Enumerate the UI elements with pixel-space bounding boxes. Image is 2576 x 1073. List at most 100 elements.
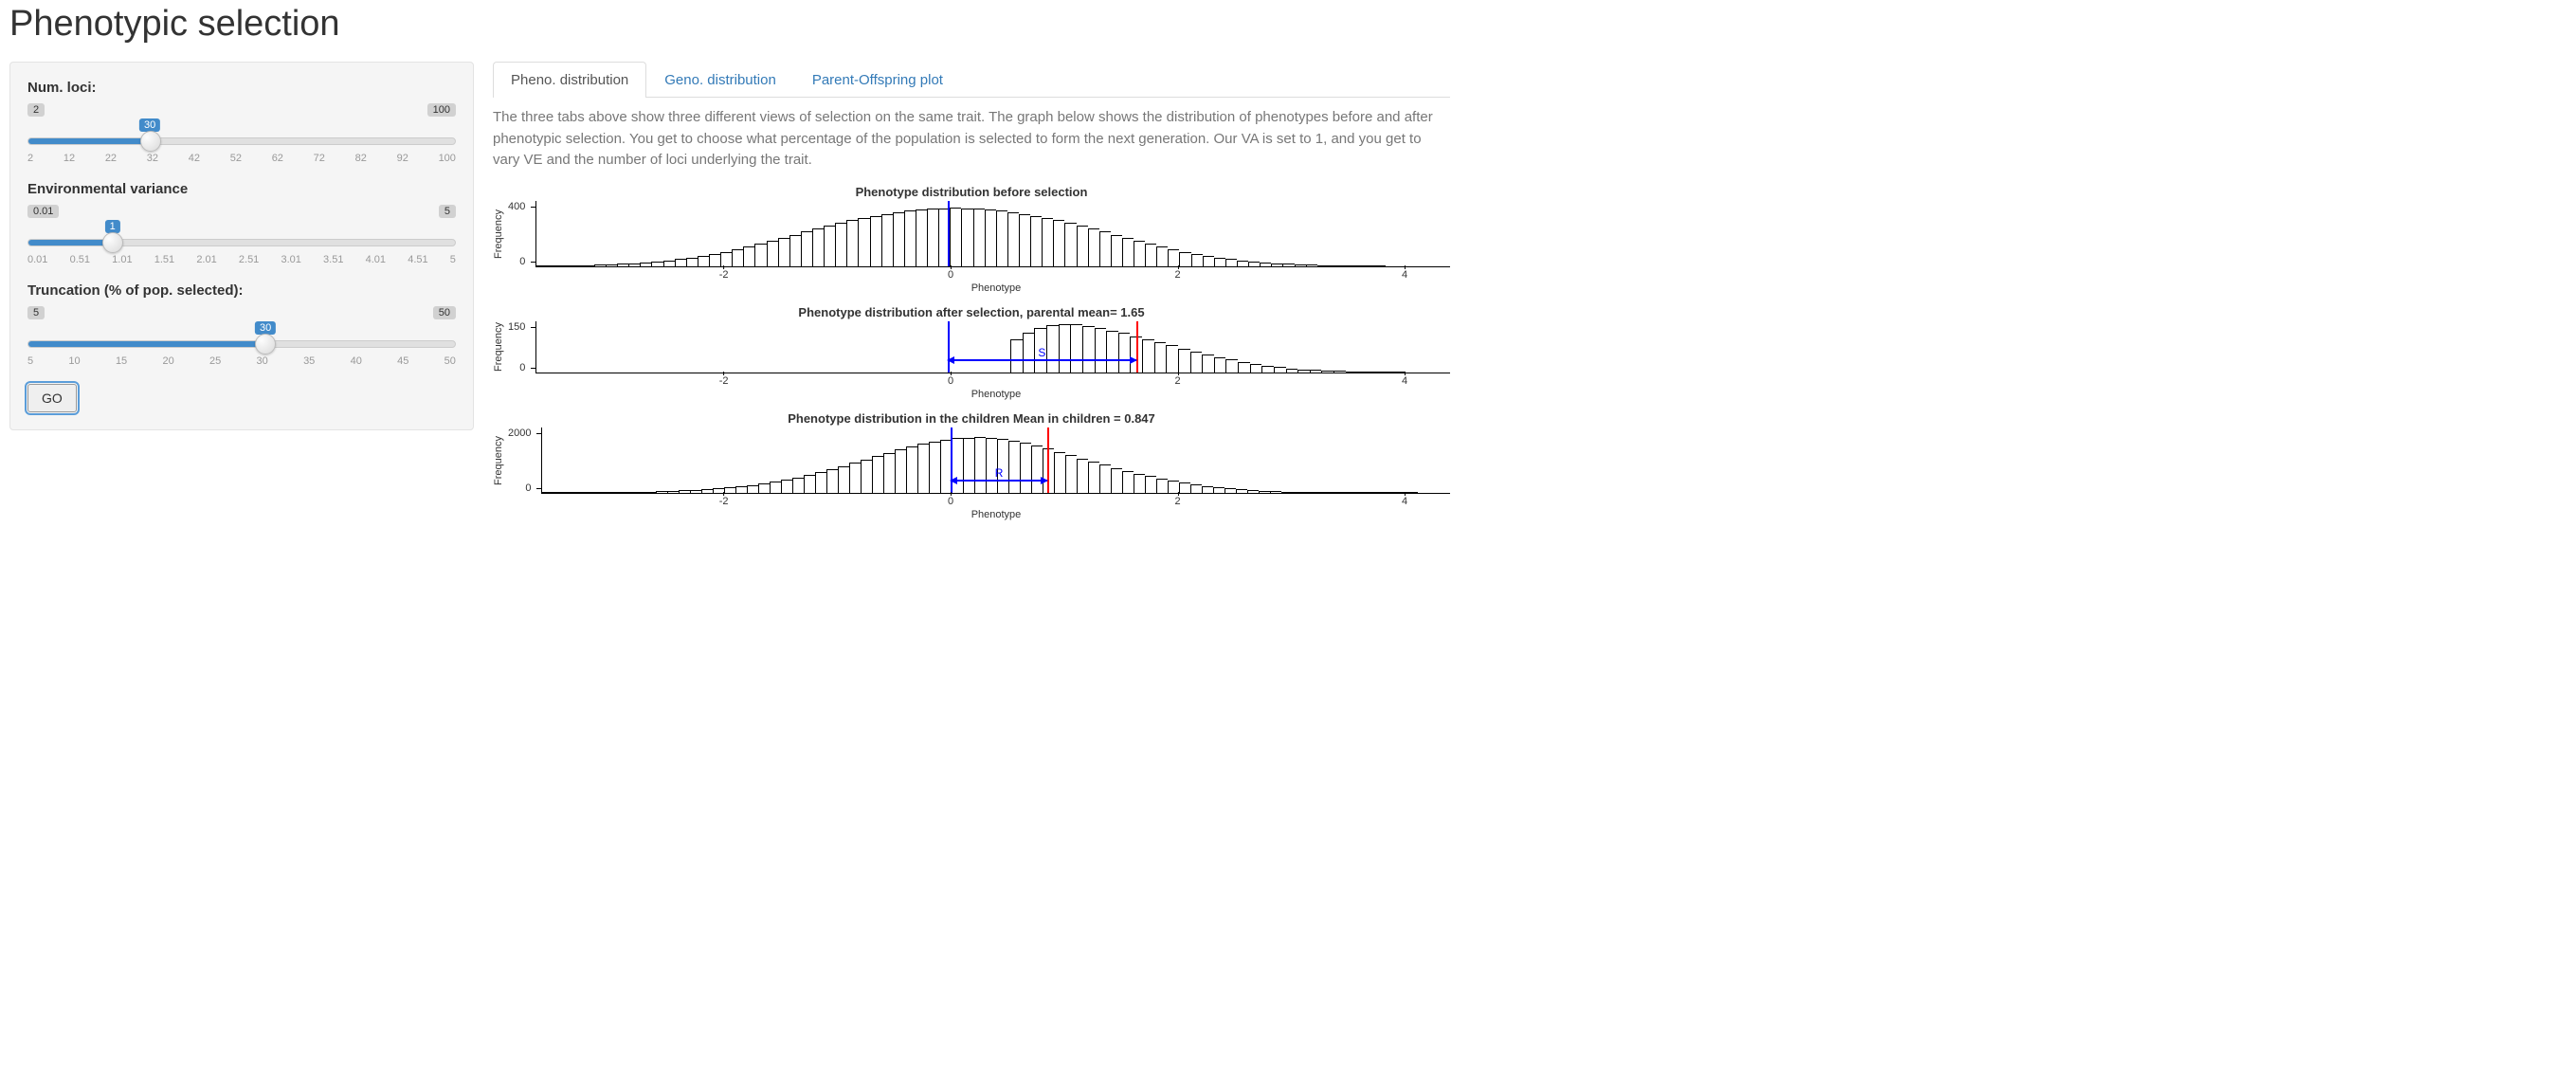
histogram-bar — [1082, 326, 1095, 373]
histogram-bar — [895, 449, 906, 492]
histogram-bar — [690, 490, 701, 493]
histogram-bar — [1346, 372, 1358, 373]
histogram-bar — [1095, 328, 1107, 372]
histogram-bar — [656, 491, 667, 492]
histogram-bar — [1106, 331, 1118, 373]
histogram-bar — [789, 235, 801, 266]
histogram-bar — [872, 456, 883, 492]
slider-group-0: Num. loci:2100302122232425262728292100 — [27, 80, 456, 164]
histogram-bar — [826, 469, 838, 492]
slider-label: Environmental variance — [27, 181, 456, 197]
chart-yaxis: 1500 — [508, 321, 535, 373]
histogram-bar — [724, 487, 735, 492]
histogram-bar — [996, 210, 1007, 265]
histogram-bar — [1030, 216, 1042, 266]
histogram-bar — [906, 446, 917, 493]
histogram-bar — [1008, 441, 1020, 492]
go-button[interactable]: GO — [27, 384, 77, 412]
histogram-bar — [1166, 345, 1178, 372]
tab-2[interactable]: Parent-Offspring plot — [794, 62, 961, 98]
slider-max: 100 — [427, 103, 456, 117]
histogram-bar — [1333, 371, 1346, 372]
histogram-bar — [758, 483, 770, 492]
selection-arrow: S — [948, 359, 1136, 361]
slider-track[interactable] — [27, 340, 456, 348]
slider-max: 50 — [433, 306, 456, 319]
histogram-bar — [1178, 349, 1190, 373]
histogram-bar — [548, 265, 559, 266]
histogram-bar — [1118, 333, 1131, 372]
histogram-bar — [583, 265, 594, 266]
histogram-bar — [1327, 492, 1338, 493]
histogram-bar — [1179, 482, 1190, 492]
histogram-bar — [536, 265, 548, 266]
chart-plot-area: S — [535, 321, 1450, 373]
histogram-bar — [1099, 464, 1111, 492]
histogram-bar — [1250, 364, 1262, 373]
tab-description: The three tabs above show three differen… — [493, 107, 1450, 172]
histogram-bar — [698, 256, 709, 266]
histogram-bar — [675, 259, 686, 265]
histogram-bar — [767, 241, 778, 265]
chart-yaxis: 4000 — [508, 201, 535, 267]
histogram-bar — [663, 261, 675, 266]
histogram-bar — [1393, 372, 1406, 373]
slider-label: Num. loci: — [27, 80, 456, 96]
histogram-bar — [560, 265, 571, 266]
histogram-bar — [617, 264, 628, 265]
histogram-bar — [1225, 259, 1237, 265]
histogram-bar — [927, 209, 938, 265]
tab-0[interactable]: Pheno. distribution — [493, 62, 646, 98]
histogram-bar — [735, 486, 747, 492]
histogram-bar — [1054, 452, 1065, 493]
chart-xlabel: Phenotype — [542, 509, 1450, 520]
chart-xlabel: Phenotype — [542, 389, 1450, 400]
histogram-bar — [1077, 459, 1088, 493]
histogram-bar — [1271, 264, 1282, 266]
histogram-bar — [1329, 265, 1340, 266]
histogram-bar — [651, 262, 662, 266]
histogram-bar — [628, 264, 640, 266]
histogram-bar — [599, 492, 610, 493]
histogram-bar — [679, 490, 690, 492]
histogram-bar — [952, 438, 963, 492]
histogram-bar — [1145, 244, 1156, 265]
slider-handle[interactable] — [102, 232, 123, 253]
histogram-bar — [1370, 372, 1382, 373]
histogram-bar — [1225, 359, 1238, 372]
histogram-bar — [1202, 355, 1214, 373]
histogram-bar — [1190, 352, 1203, 373]
histogram-bar — [1304, 492, 1315, 493]
histogram-bar — [1214, 258, 1225, 266]
histogram-bar — [916, 209, 927, 266]
chart-ylabel: Frequency — [493, 436, 504, 485]
histogram-bar — [1064, 223, 1076, 265]
histogram-bar — [1281, 492, 1293, 493]
histogram-bar — [838, 466, 849, 493]
histogram-bar — [571, 265, 583, 266]
histogram-bar — [1259, 491, 1270, 493]
histogram-bar — [963, 438, 974, 493]
slider-group-1: Environmental variance0.01510.010.511.01… — [27, 181, 456, 265]
slider-min: 2 — [27, 103, 45, 117]
histogram-bar — [1077, 226, 1088, 265]
slider-track[interactable] — [27, 239, 456, 246]
histogram-bar — [1059, 324, 1071, 372]
histogram-bar — [1350, 492, 1361, 493]
tabs: Pheno. distributionGeno. distributionPar… — [493, 62, 1450, 98]
slider-handle[interactable] — [140, 131, 161, 152]
marker-origin — [948, 201, 950, 266]
histogram-bar — [1306, 264, 1317, 265]
chart-title: Phenotype distribution before selection — [493, 185, 1450, 199]
histogram-bar — [588, 492, 599, 493]
slider-track[interactable] — [27, 137, 456, 145]
slider-handle[interactable] — [255, 334, 276, 355]
histogram-bar — [709, 254, 720, 266]
chart-title: Phenotype distribution in the children M… — [493, 411, 1450, 426]
histogram-bar — [1357, 372, 1370, 373]
histogram-bar — [870, 216, 881, 266]
histogram-bar — [1042, 218, 1053, 266]
tab-1[interactable]: Geno. distribution — [646, 62, 794, 98]
histogram-bar — [1134, 474, 1145, 493]
chart-1: Phenotype distribution after selection, … — [493, 305, 1450, 400]
